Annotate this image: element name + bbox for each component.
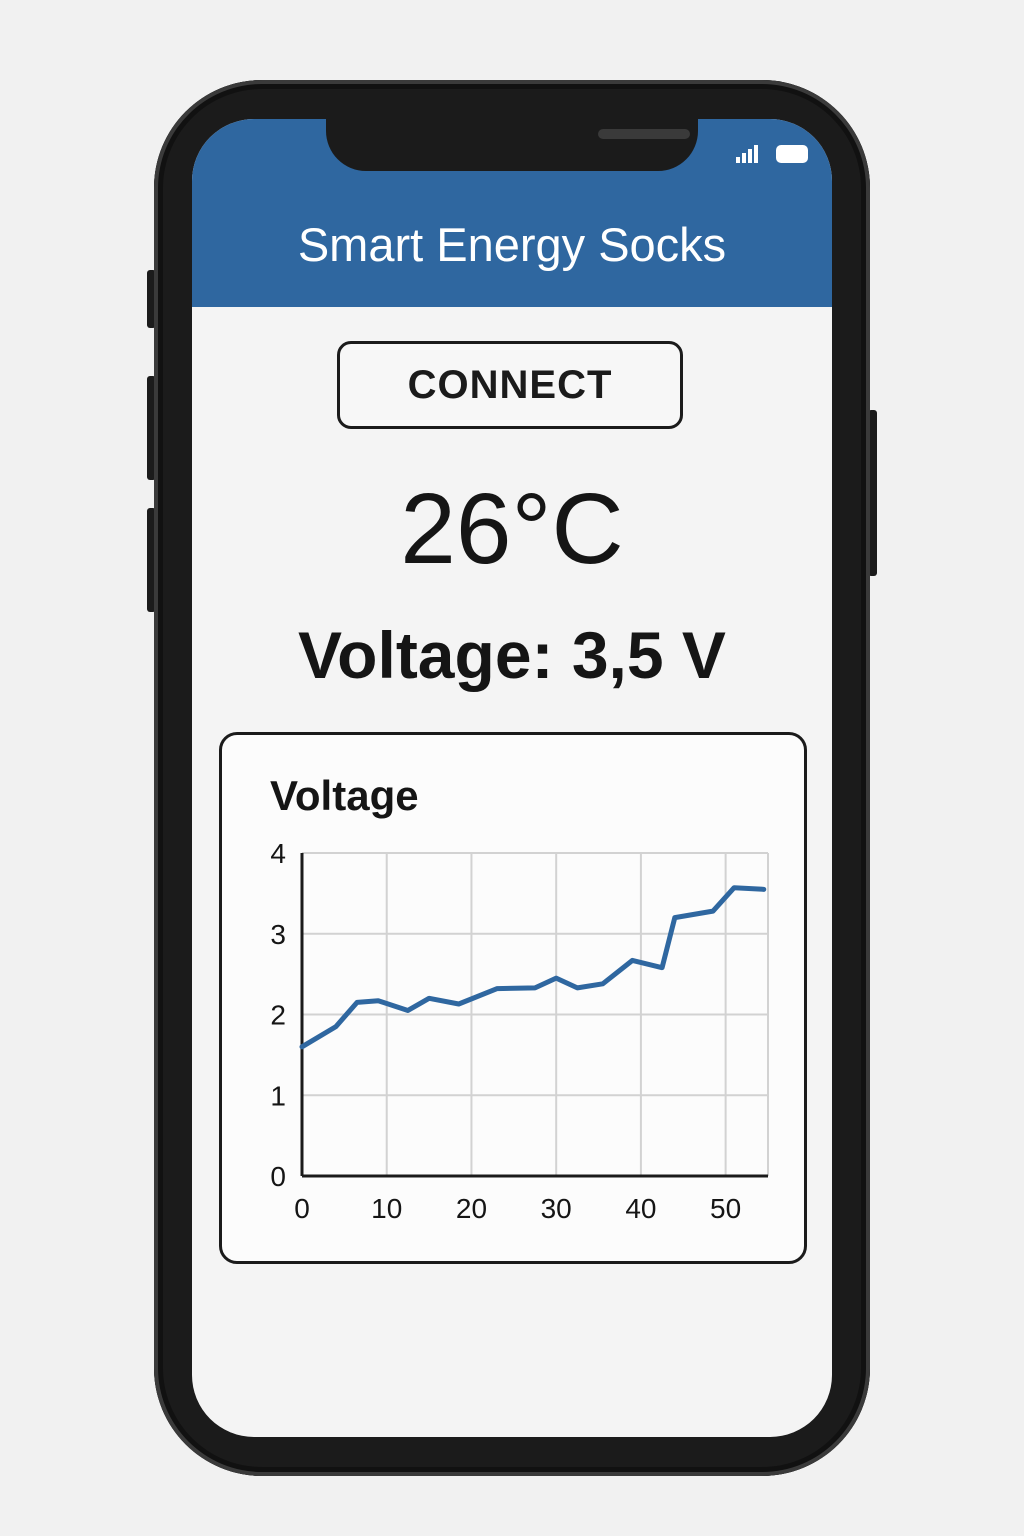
- voltage-readout: Voltage: 3,5 V: [298, 618, 726, 692]
- x-tick-label: 0: [294, 1193, 310, 1224]
- app-header: Smart Energy Socks: [192, 119, 832, 307]
- y-tick-label: 3: [270, 919, 286, 950]
- x-tick-label: 40: [625, 1193, 656, 1224]
- y-tick-label: 4: [270, 838, 286, 869]
- y-tick-label: 1: [270, 1080, 286, 1111]
- x-tick-label: 20: [456, 1193, 487, 1224]
- x-tick-label: 30: [541, 1193, 572, 1224]
- x-tick-label: 10: [371, 1193, 402, 1224]
- connect-button[interactable]: CONNECT: [337, 341, 683, 429]
- phone-notch: [326, 119, 698, 171]
- signal-icon: [736, 145, 758, 163]
- temperature-readout: 26°C: [400, 473, 624, 585]
- app-screen: Smart Energy Socks CONNECT 26°C Voltage:…: [192, 119, 832, 1437]
- voltage-line-chart: 012340 10 20 30 40 50: [270, 838, 769, 1224]
- app-title: Smart Energy Socks: [297, 218, 727, 271]
- voltage-chart-card: Voltage 0 1 2 3 4 0 10 20 30 40 50: [219, 732, 807, 1264]
- speaker-grille: [598, 129, 690, 139]
- battery-icon: [776, 145, 808, 163]
- series-line-voltage: [299, 885, 767, 1050]
- y-tick-label: 2: [270, 1000, 286, 1031]
- x-tick-label: 50: [710, 1193, 741, 1224]
- y-tick-label: 0: [270, 1161, 286, 1192]
